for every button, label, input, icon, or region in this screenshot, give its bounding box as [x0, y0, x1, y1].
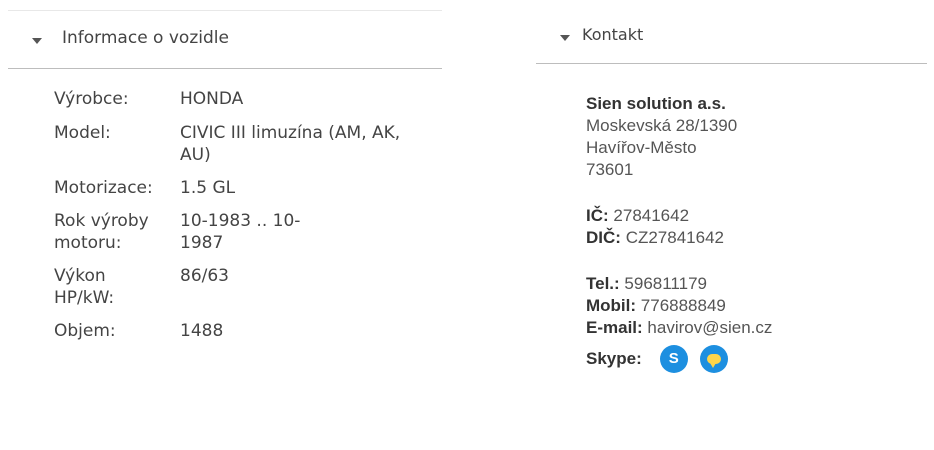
spec-row: Model: CIVIC III limuzína (AM, AK, AU) [54, 122, 414, 166]
spec-value: 86/63 [180, 266, 229, 286]
street-address: Moskevská 28/1390 [586, 116, 738, 135]
mobil-line: Mobil: 776888849 [586, 295, 772, 317]
ic-label: IČ: [586, 206, 609, 225]
vehicle-section-title: Informace o vozidle [62, 28, 229, 48]
vehicle-spec-list: Výrobce: HONDA Model: CIVIC III limuzína… [54, 88, 414, 342]
spec-label: Výrobce: [54, 89, 129, 109]
ic-line: IČ: 27841642 [586, 205, 772, 227]
spec-label: Objem: [54, 321, 116, 341]
skype-line: Skype: S [586, 345, 772, 373]
tel-value: 596811179 [624, 274, 707, 293]
mobil-label: Mobil: [586, 296, 637, 315]
spec-row: Rok výroby motoru: 10-1983 .. 10-1987 [54, 210, 414, 254]
ic-value: 27841642 [613, 206, 690, 225]
mobil-value: 776888849 [640, 296, 726, 315]
tel-line: Tel.: 596811179 [586, 273, 772, 295]
spec-label: Výkon HP/kW: [54, 266, 115, 308]
tel-label: Tel.: [586, 274, 620, 293]
email-link[interactable]: havirov@sien.cz [647, 318, 772, 337]
dic-line: DIČ: CZ27841642 [586, 227, 772, 249]
spec-value: HONDA [180, 89, 244, 109]
spec-row: Objem: 1488 [54, 320, 414, 342]
dic-label: DIČ: [586, 228, 621, 247]
email-label: E-mail: [586, 318, 643, 337]
vehicle-panel: Informace o vozidle [8, 10, 442, 69]
spec-row: Výrobce: HONDA [54, 88, 414, 110]
dic-value: CZ27841642 [625, 228, 724, 247]
collapse-arrow-icon[interactable] [32, 38, 42, 44]
zip-code: 73601 [586, 160, 634, 179]
skype-label: Skype: [586, 349, 642, 368]
spec-value: CIVIC III limuzína (AM, AK, AU) [180, 123, 401, 165]
spec-value: 10-1983 .. 10-1987 [180, 211, 301, 253]
collapse-arrow-icon[interactable] [560, 35, 570, 41]
contact-section-title: Kontakt [582, 25, 644, 44]
spec-row: Motorizace: 1.5 GL [54, 177, 414, 199]
spec-label: Model: [54, 123, 111, 143]
vehicle-section-header[interactable]: Informace o vozidle [8, 10, 442, 69]
skype-call-icon[interactable]: S [659, 345, 688, 373]
spec-label: Motorizace: [54, 178, 153, 198]
spec-value: 1488 [180, 321, 224, 341]
spec-label: Rok výroby motoru: [54, 211, 149, 253]
spec-row: Výkon HP/kW: 86/63 [54, 265, 414, 309]
contact-details: Sien solution a.s. Moskevská 28/1390 Hav… [586, 93, 772, 373]
spec-value: 1.5 GL [180, 178, 236, 198]
email-line: E-mail: havirov@sien.cz [586, 317, 772, 339]
city: Havířov-Město [586, 138, 697, 157]
contact-section-header[interactable]: Kontakt [536, 10, 927, 64]
contact-panel: Kontakt [536, 10, 927, 64]
company-name: Sien solution a.s. [586, 94, 726, 113]
skype-chat-icon[interactable] [699, 345, 728, 373]
